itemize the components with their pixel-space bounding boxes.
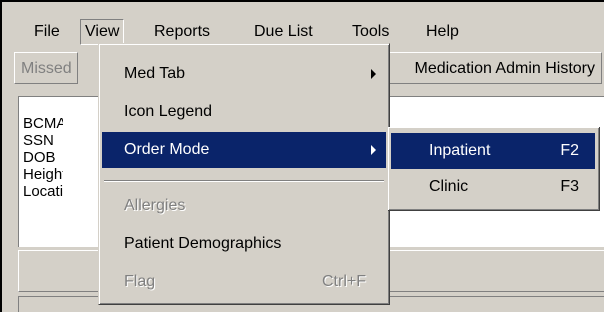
window-border-left bbox=[0, 0, 2, 312]
menu-item-flag[interactable]: Flag Ctrl+F bbox=[102, 264, 386, 300]
order-mode-submenu: Inpatient F2 Clinic F3 bbox=[388, 127, 600, 211]
menu-item-shortcut: Ctrl+F bbox=[322, 273, 366, 290]
submenu-arrow-icon bbox=[371, 69, 376, 79]
submenu-item-clinic[interactable]: Clinic F3 bbox=[391, 169, 595, 205]
menu-item-label: Med Tab bbox=[124, 65, 186, 82]
menu-separator bbox=[104, 180, 384, 182]
menu-item-label: Order Mode bbox=[124, 141, 210, 158]
menu-item-patient-demographics[interactable]: Patient Demographics bbox=[102, 226, 386, 262]
menu-due-list[interactable]: Due List bbox=[250, 20, 317, 44]
menu-item-label: Icon Legend bbox=[124, 103, 213, 120]
menu-item-med-tab[interactable]: Med Tab bbox=[102, 56, 386, 92]
submenu-arrow-icon bbox=[371, 145, 376, 155]
menu-item-label: Allergies bbox=[124, 197, 186, 214]
submenu-item-label: Inpatient bbox=[429, 142, 491, 159]
menu-view[interactable]: View bbox=[80, 19, 125, 45]
menu-tools[interactable]: Tools bbox=[348, 20, 393, 44]
patient-label-ssn: SSN bbox=[23, 132, 54, 149]
menu-reports[interactable]: Reports bbox=[150, 20, 214, 44]
patient-label-bcma: BCMA bbox=[23, 115, 63, 132]
app-window: File View Reports Due List Tools Help Mi… bbox=[0, 0, 604, 312]
missed-tab-button[interactable]: Missed bbox=[14, 52, 78, 84]
submenu-item-shortcut: F2 bbox=[560, 142, 579, 159]
menu-help[interactable]: Help bbox=[422, 20, 463, 44]
menu-bar: File View Reports Due List Tools Help bbox=[2, 2, 604, 45]
submenu-item-shortcut: F3 bbox=[560, 178, 579, 195]
menu-item-order-mode[interactable]: Order Mode bbox=[102, 132, 386, 168]
submenu-item-inpatient[interactable]: Inpatient F2 bbox=[391, 133, 595, 169]
patient-label-location: Location bbox=[23, 183, 63, 200]
medication-admin-history-tab[interactable]: Medication Admin History bbox=[376, 52, 602, 84]
menu-item-allergies[interactable]: Allergies bbox=[102, 188, 386, 224]
menu-item-label: Flag bbox=[124, 273, 156, 290]
patient-label-dob: DOB bbox=[23, 149, 56, 166]
menu-item-icon-legend[interactable]: Icon Legend bbox=[102, 94, 386, 130]
menu-item-label: Patient Demographics bbox=[124, 235, 282, 252]
submenu-item-label: Clinic bbox=[429, 178, 469, 195]
menu-file[interactable]: File bbox=[30, 20, 64, 44]
view-dropdown-menu: Med Tab Icon Legend Order Mode Allergies… bbox=[98, 43, 390, 305]
patient-label-height: Height bbox=[23, 166, 63, 183]
